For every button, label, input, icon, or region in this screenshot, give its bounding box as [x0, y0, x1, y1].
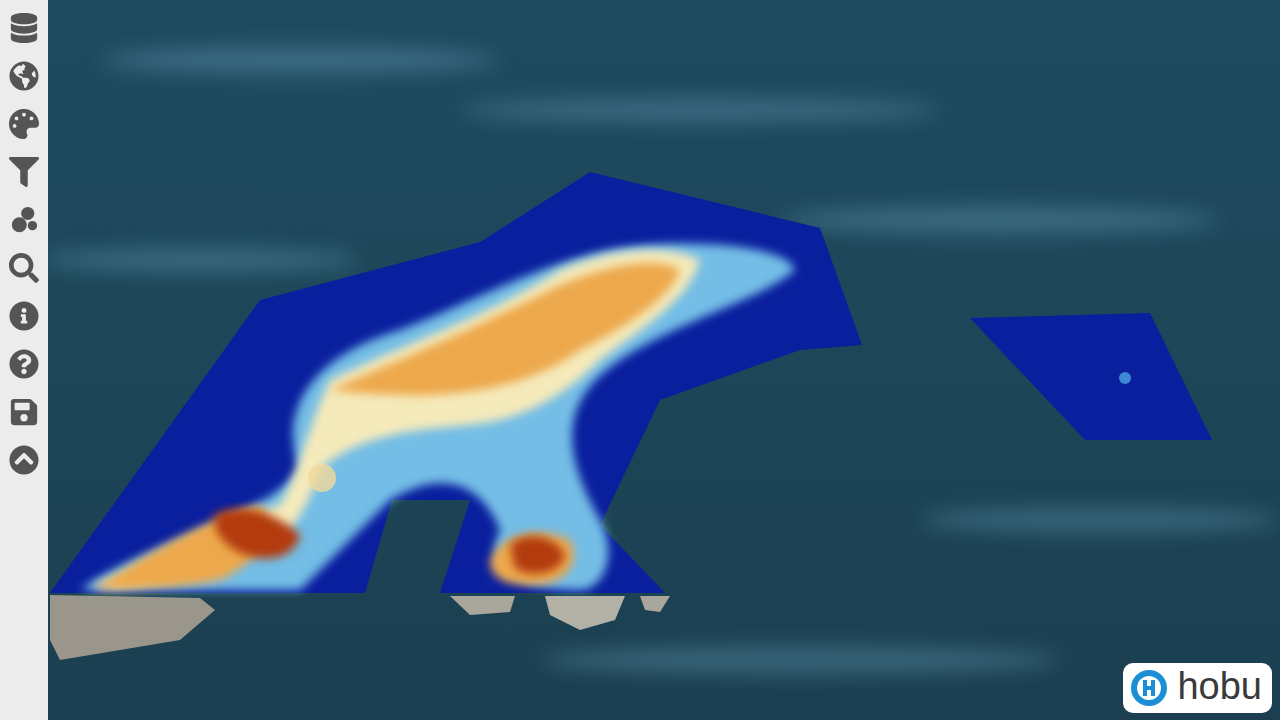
- search-icon: [9, 253, 39, 283]
- database-icon: [9, 13, 39, 43]
- chevron-up-icon: [9, 445, 39, 475]
- island-land: [50, 595, 670, 660]
- collapse-button[interactable]: [7, 444, 41, 476]
- cluster-button[interactable]: [7, 204, 41, 236]
- save-icon: [9, 397, 39, 427]
- point-cloud-canvas[interactable]: [48, 0, 1280, 720]
- layers-button[interactable]: [7, 12, 41, 44]
- point-cloud-patch: [970, 313, 1212, 440]
- hobu-logo-icon: [1129, 668, 1169, 708]
- save-button[interactable]: [7, 396, 41, 428]
- ocean: [48, 0, 1280, 720]
- viewer: hobu: [0, 0, 1280, 720]
- globe-button[interactable]: [7, 60, 41, 92]
- palette-icon: [9, 109, 39, 139]
- logo-text: hobu: [1177, 667, 1262, 709]
- filter-button[interactable]: [7, 156, 41, 188]
- search-button[interactable]: [7, 252, 41, 284]
- question-icon: [9, 349, 39, 379]
- sea-texture: [48, 46, 1280, 674]
- point-cloud-main: [50, 172, 862, 593]
- help-button[interactable]: [7, 348, 41, 380]
- globe-icon: [9, 61, 39, 91]
- palette-button[interactable]: [7, 108, 41, 140]
- filter-icon: [9, 157, 39, 187]
- hobu-logo[interactable]: hobu: [1123, 663, 1272, 713]
- toolbar: [0, 0, 48, 720]
- cluster-icon: [9, 205, 39, 235]
- info-button[interactable]: [7, 300, 41, 332]
- patch-high-point: [1119, 372, 1131, 384]
- info-icon: [9, 301, 39, 331]
- map-view[interactable]: hobu: [48, 0, 1280, 720]
